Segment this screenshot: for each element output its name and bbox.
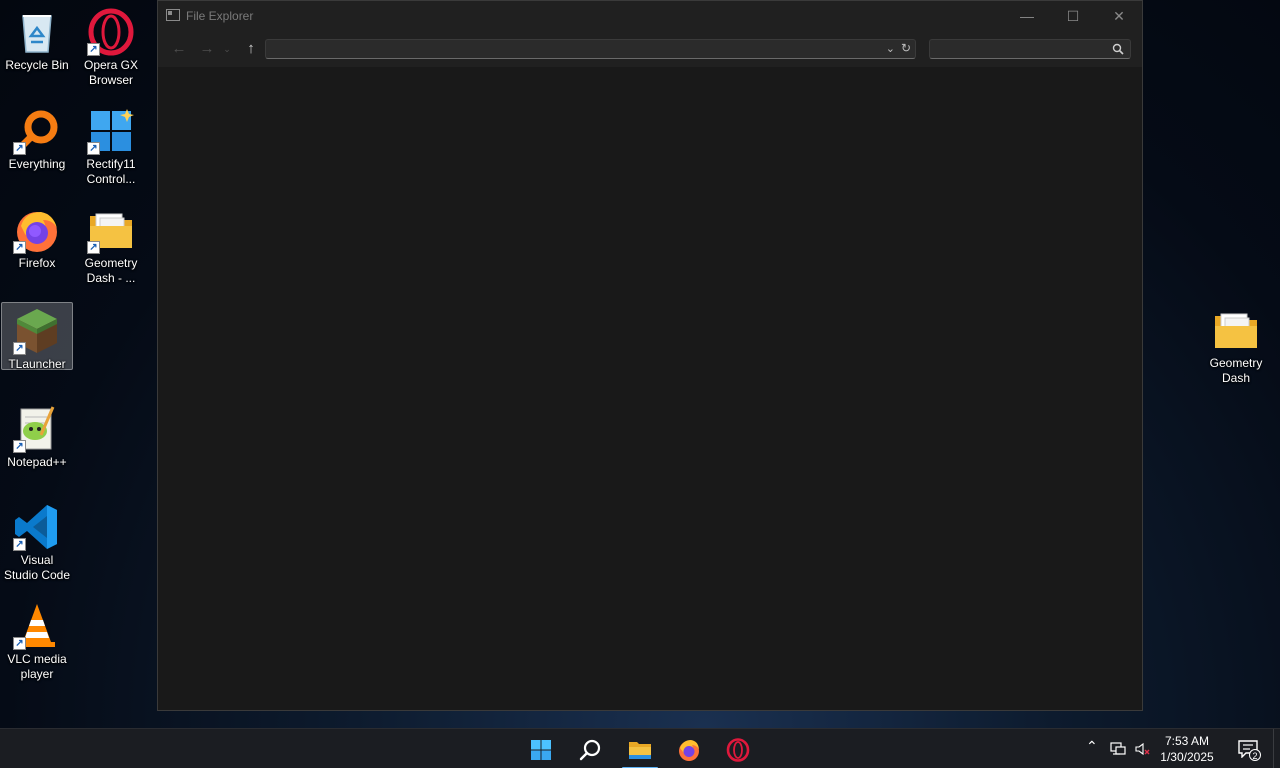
desktop-icon-geometry-dash-right[interactable]: Geometry Dash	[1200, 302, 1272, 385]
desktop-icon-label: Recycle Bin	[5, 58, 69, 72]
desktop-icon-firefox[interactable]: ↗ Firefox	[1, 202, 73, 270]
file-list-pane[interactable]	[158, 67, 1142, 710]
shortcut-arrow-icon: ↗	[13, 241, 26, 254]
window-title: File Explorer	[186, 9, 254, 23]
desktop-icon-label: Visual Studio Code	[3, 553, 71, 582]
folder-icon	[1215, 313, 1257, 348]
desktop-icon-label: Firefox	[18, 256, 56, 270]
desktop-icon-label: TLauncher	[8, 357, 66, 371]
desktop-icon-recycle-bin[interactable]: Recycle Bin	[1, 4, 73, 72]
network-icon[interactable]	[1110, 741, 1126, 757]
desktop-icon-geometry-dash-folder[interactable]: ↗ Geometry Dash - ...	[75, 202, 147, 285]
shortcut-arrow-icon: ↗	[13, 342, 26, 355]
show-desktop-button[interactable]	[1273, 729, 1280, 768]
shortcut-arrow-icon: ↗	[13, 538, 26, 551]
taskbar: ⌃ 7:53 AM 1/30/2025 2	[0, 728, 1280, 768]
search-input[interactable]	[929, 39, 1131, 59]
desktop-icon-opera-gx[interactable]: ↗ Opera GX Browser	[75, 4, 147, 87]
search-icon	[579, 739, 601, 761]
forward-button[interactable]: →	[196, 39, 218, 59]
clock-date: 1/30/2025	[1160, 750, 1214, 764]
notification-center-button[interactable]: 2	[1238, 740, 1261, 761]
tray-overflow-chevron-icon[interactable]: ⌃	[1086, 738, 1102, 754]
shortcut-arrow-icon: ↗	[87, 241, 100, 254]
minimize-button[interactable]: —	[1004, 1, 1050, 31]
desktop-icon-vlc[interactable]: ↗ VLC media player	[1, 598, 73, 681]
clock-time: 7:53 AM	[1164, 734, 1210, 748]
notification-count-badge: 2	[1249, 749, 1261, 761]
taskbar-file-explorer[interactable]	[620, 733, 660, 768]
desktop-icon-rectify11[interactable]: ↗ Rectify11 Control...	[75, 103, 147, 186]
file-explorer-icon	[629, 742, 651, 759]
start-icon	[531, 740, 551, 760]
desktop-icon-notepad-plus-plus[interactable]: ↗ Notepad++	[1, 401, 73, 469]
shortcut-arrow-icon: ↗	[87, 142, 100, 155]
desktop-icon-label: Opera GX Browser	[83, 58, 139, 87]
taskbar-clock[interactable]: 7:53 AM 1/30/2025	[1156, 733, 1218, 765]
desktop-icon-vscode[interactable]: ↗ Visual Studio Code	[1, 499, 73, 582]
desktop-icon-label: Geometry Dash - ...	[84, 256, 138, 285]
desktop-icon-label: Everything	[8, 157, 66, 171]
close-button[interactable]: ✕	[1096, 1, 1142, 31]
desktop-icon-label: Notepad++	[7, 455, 67, 469]
navigation-toolbar: ← → ⌄ ↑ ⌄ ↻	[158, 31, 1142, 67]
back-button[interactable]: ←	[168, 39, 190, 59]
opera-gx-icon	[726, 738, 750, 762]
firefox-icon	[679, 740, 699, 761]
shortcut-arrow-icon: ↗	[13, 637, 26, 650]
taskbar-opera-gx[interactable]	[718, 733, 758, 767]
desktop-icon-label: Geometry Dash	[1209, 356, 1263, 385]
desktop-icon-label: VLC media player	[7, 652, 67, 681]
up-button[interactable]: ↑	[240, 39, 262, 59]
desktop-icon-label: Rectify11 Control...	[86, 157, 136, 186]
volume-muted-icon[interactable]	[1134, 741, 1150, 757]
window-titlebar[interactable]: File Explorer — ☐ ✕	[158, 1, 1142, 31]
taskbar-search-button[interactable]	[570, 733, 610, 767]
address-bar[interactable]: ⌄ ↻	[265, 39, 916, 59]
shortcut-arrow-icon: ↗	[13, 142, 26, 155]
search-icon[interactable]	[1112, 43, 1124, 55]
recycle-bin-icon	[22, 15, 52, 53]
address-dropdown-icon[interactable]: ⌄	[886, 42, 895, 55]
taskbar-firefox[interactable]	[669, 733, 709, 767]
recent-locations-button[interactable]: ⌄	[220, 39, 234, 59]
refresh-icon[interactable]: ↻	[901, 41, 911, 55]
desktop-icon-everything[interactable]: ↗ Everything	[1, 103, 73, 171]
file-explorer-app-icon	[166, 9, 180, 21]
maximize-button[interactable]: ☐	[1050, 1, 1096, 31]
start-button[interactable]	[521, 733, 561, 767]
shortcut-arrow-icon: ↗	[13, 440, 26, 453]
file-explorer-window[interactable]: File Explorer — ☐ ✕ ← → ⌄ ↑ ⌄ ↻	[157, 0, 1143, 711]
desktop-icon-tlauncher[interactable]: ↗ TLauncher	[1, 302, 73, 371]
shortcut-arrow-icon: ↗	[87, 43, 100, 56]
